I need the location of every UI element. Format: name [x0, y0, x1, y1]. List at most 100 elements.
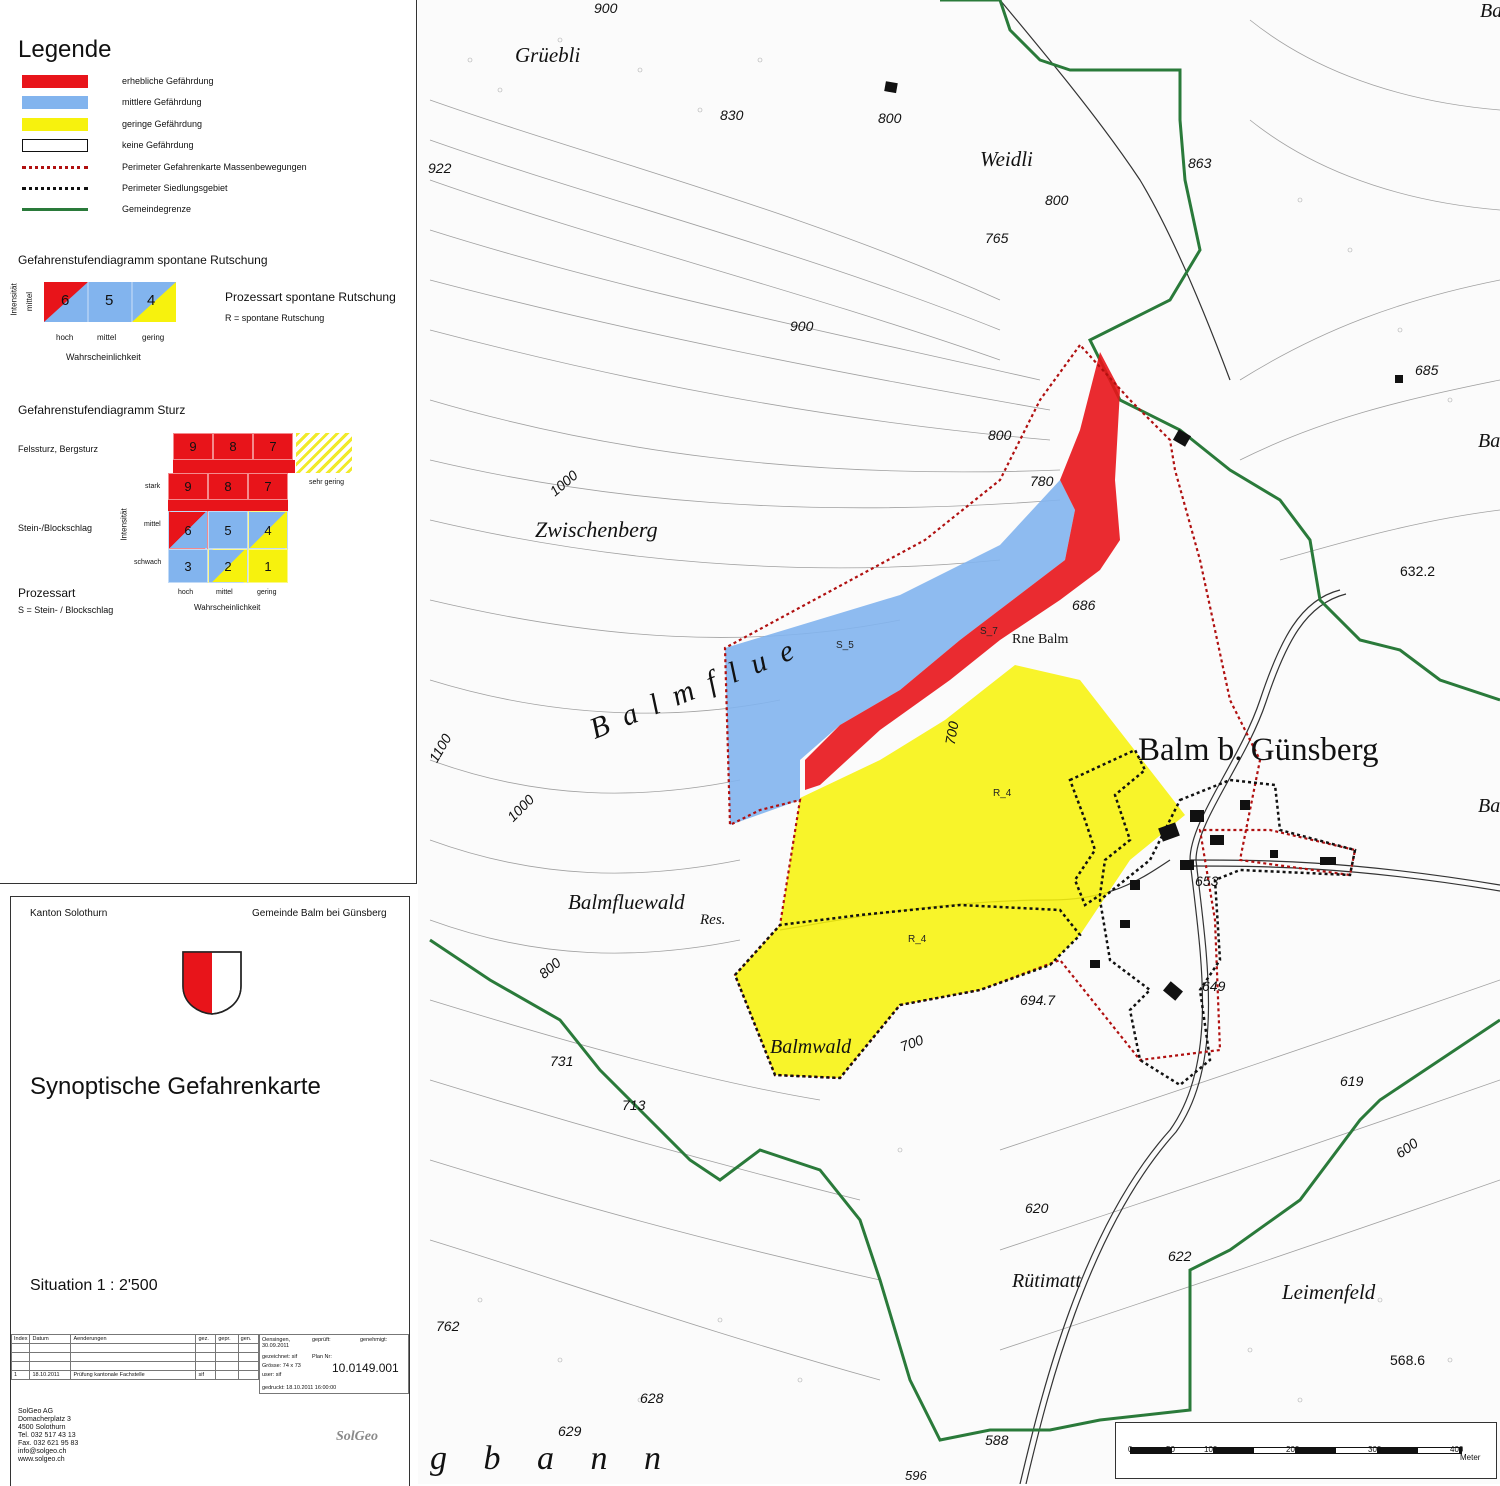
user: user: sif	[262, 1372, 282, 1378]
legend-line-red-dotted	[22, 165, 88, 169]
drawn-by: gezeichnet: sif	[262, 1354, 298, 1360]
rev-header: Aenderungen	[70, 1334, 197, 1344]
printed-date: gedruckt: 18.10.2011 16:00:00	[262, 1385, 337, 1391]
sturz-x-label: gering	[257, 589, 277, 596]
coat-of-arms-icon	[182, 951, 242, 1015]
rutschung-cell: 4	[147, 292, 156, 309]
sturz-y-level: schwach	[134, 559, 162, 566]
place-leimenfeld: Leimenfeld	[1282, 1280, 1376, 1304]
sturz-cell-sehr-gering-swatch	[296, 433, 352, 473]
sturz-cell: 5	[208, 511, 248, 549]
sturz-cell: 9	[168, 473, 208, 500]
place-balmwald: Balmwald	[770, 1036, 852, 1058]
sturz-cell: 7	[248, 473, 288, 500]
place-ruine-balm: Rne Balm	[1012, 632, 1069, 647]
rutschung-x-label: gering	[142, 333, 165, 342]
map-title: Synoptische Gefahrenkarte	[30, 1073, 321, 1100]
zone-label-r4-south: R_4	[908, 934, 927, 945]
rev-header: Index	[10, 1334, 31, 1344]
place-ba-3: Ba	[1480, 0, 1500, 22]
legend-title: Legende	[18, 36, 112, 63]
legend-item-perimeter-siedlung: Perimeter Siedlungsgebiet	[22, 181, 228, 195]
place-grueebli: Grüebli	[515, 43, 581, 67]
company-line: Tel. 032 517 43 13	[18, 1432, 76, 1439]
company-line: SolGeo AG	[18, 1408, 54, 1415]
rev-cell: 1	[10, 1370, 31, 1380]
rutschung-diagram-title: Gefahrenstufendiagramm spontane Rutschun…	[18, 253, 268, 267]
sturz-x-axis: Wahrscheinlichkeit	[194, 603, 261, 612]
height-label: 588	[985, 1432, 1009, 1448]
company-address: SolGeo AG Domacherplatz 3 4500 Solothurn…	[18, 1408, 78, 1464]
place-weidli: Weidli	[980, 147, 1033, 171]
legend-item-keine: keine Gefährdung	[22, 138, 194, 152]
height-label: 780	[1030, 473, 1054, 489]
sturz-x-label: mittel	[216, 589, 233, 596]
legend-label: Perimeter Siedlungsgebiet	[122, 183, 228, 193]
zone-label-r4-north: R_4	[993, 788, 1012, 799]
rev-header: gez.	[195, 1334, 217, 1344]
height-label: 568.6	[1390, 1352, 1426, 1368]
height-label: 863	[1188, 155, 1212, 171]
legend-item-perimeter-gefahrenkarte: Perimeter Gefahrenkarte Massenbewegungen	[22, 160, 307, 174]
height-label: 622	[1168, 1248, 1192, 1264]
sturz-process-title: Prozessart	[18, 586, 76, 600]
place-ba-2: Ba	[1478, 795, 1500, 817]
municipality-label: Gemeinde Balm bei Günsberg	[252, 908, 387, 919]
height-label: 632.2	[1400, 563, 1436, 579]
map-scale: Situation 1 : 2'500	[30, 1277, 158, 1294]
place-ba-1: Ba	[1478, 430, 1500, 452]
scalebar-tick: 300	[1368, 1445, 1382, 1454]
rutschung-x-label: mittel	[97, 333, 117, 342]
place-ruetimatt: Rütimatt	[1012, 1270, 1081, 1292]
rev-cell: Prüfung kantonale Fachstelle	[70, 1370, 197, 1380]
height-label: 765	[985, 230, 1009, 246]
sturz-top-fill-2	[168, 500, 288, 511]
sturz-y-axis: Intensität	[119, 508, 129, 541]
sturz-row-felssturz: Felssturz, Bergsturz	[18, 444, 99, 454]
legend-label: Perimeter Gefahrenkarte Massenbewegungen	[122, 162, 307, 172]
company-line: Domacherplatz 3	[18, 1416, 71, 1423]
legend-panel: Legende erhebliche Gefährdung mittlere G…	[0, 0, 417, 884]
plan-info: Oensingen, 30.09.2011 geprüft: genehmigt…	[259, 1334, 409, 1394]
company-line: info@solgeo.ch	[18, 1448, 67, 1455]
height-label: 685	[1415, 362, 1439, 378]
legend-swatch-red	[22, 74, 88, 88]
rutschung-x-axis: Wahrscheinlichkeit	[66, 352, 141, 362]
height-label: 762	[436, 1318, 460, 1334]
legend-item-mittel: mittlere Gefährdung	[22, 95, 202, 109]
scalebar-tick: 200	[1286, 1445, 1300, 1454]
scalebar-tick: 0	[1128, 1445, 1133, 1454]
scalebar-unit: Meter	[1460, 1453, 1481, 1462]
height-label: 629	[558, 1423, 582, 1439]
height-label: 830	[720, 107, 744, 123]
sturz-cell: 8	[208, 473, 248, 500]
rutschung-y-level: mittel	[25, 291, 35, 312]
sturz-cell: 3	[168, 549, 208, 583]
rutschung-cell: 5	[105, 292, 114, 309]
height-label: 900	[594, 0, 618, 16]
company-line: www.solgeo.ch	[18, 1456, 65, 1463]
place-balm-b-guensberg: Balm b. Günsberg	[1138, 732, 1379, 768]
height-label: 649	[1202, 978, 1226, 994]
height-label: 713	[622, 1097, 646, 1113]
title-block: Kanton Solothurn Gemeinde Balm bei Günsb…	[0, 884, 417, 1486]
sturz-diagram-title: Gefahrenstufendiagramm Sturz	[18, 403, 186, 417]
sturz-cell-top: 9	[173, 433, 213, 460]
legend-swatch-blue	[22, 95, 88, 109]
plan-nr: 10.0149.001	[332, 1361, 399, 1375]
height-label: 628	[640, 1390, 664, 1406]
place-zwischenberg: Zwischenberg	[535, 517, 658, 542]
rev-cell: 18.10.2011	[29, 1370, 72, 1380]
place-res: Res.	[700, 912, 726, 928]
sturz-cell-top: 7	[253, 433, 293, 460]
height-label: 619	[1340, 1073, 1364, 1089]
sturz-cell: 4	[248, 511, 288, 549]
rutschung-y-axis: Intensität	[9, 283, 19, 316]
approved-label: genehmigt:	[360, 1337, 388, 1343]
scalebar-tick: 100	[1204, 1445, 1218, 1454]
sturz-top-fill	[173, 460, 295, 473]
legend-item-gemeindegrenze: Gemeindegrenze	[22, 202, 191, 216]
sturz-cell: 1	[248, 549, 288, 583]
sturz-sehr-gering-label: sehr gering	[309, 479, 345, 486]
height-label: 922	[428, 160, 452, 176]
